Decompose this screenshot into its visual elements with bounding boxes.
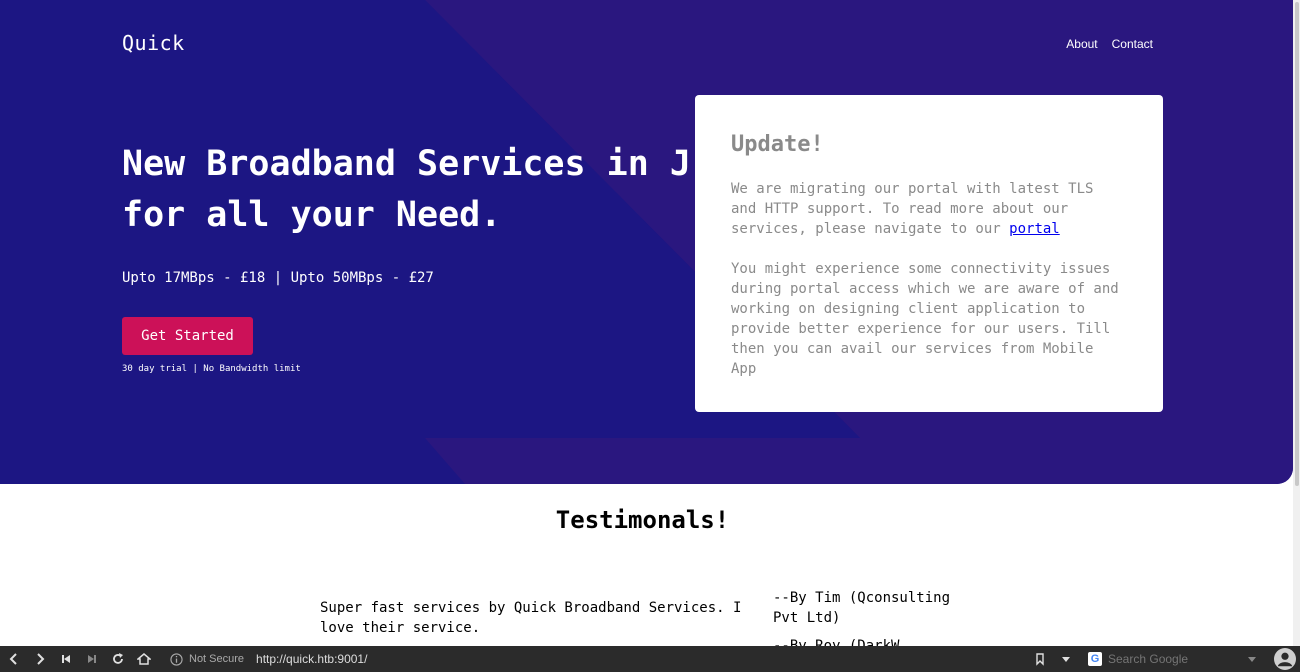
url-field[interactable]: http://quick.htb:9001/: [256, 652, 367, 666]
pricing-text: Upto 17MBps - £18 | Upto 50MBps - £27: [122, 270, 434, 286]
browser-bottom-toolbar: Not Secure http://quick.htb:9001/ G: [0, 646, 1300, 672]
chevron-down-icon: [1248, 657, 1256, 662]
update-card: Update! We are migrating our portal with…: [695, 95, 1163, 412]
top-nav: About Contact: [1066, 37, 1153, 51]
bookmark-menu-button[interactable]: [1054, 646, 1078, 672]
search-box[interactable]: G: [1088, 649, 1238, 669]
search-input[interactable]: [1108, 652, 1218, 666]
bookmark-button[interactable]: [1028, 646, 1052, 672]
testimonial-author: --By Tim (Qconsulting Pvt Ltd): [773, 590, 951, 626]
reload-icon: [113, 653, 123, 664]
user-icon: [1277, 652, 1293, 667]
update-title: Update!: [731, 132, 824, 157]
info-icon: [170, 652, 183, 666]
rewind-button[interactable]: [54, 646, 78, 672]
back-button[interactable]: [2, 646, 26, 672]
nav-contact-link[interactable]: Contact: [1112, 37, 1153, 51]
get-started-button[interactable]: Get Started: [122, 317, 253, 355]
chevron-right-icon: [37, 653, 45, 665]
page-scrollbar-thumb[interactable]: [1295, 2, 1299, 486]
brand-logo[interactable]: Quick: [122, 31, 185, 55]
home-button[interactable]: [132, 646, 156, 672]
security-indicator[interactable]: Not Secure: [170, 652, 245, 666]
portal-link[interactable]: portal: [1009, 221, 1060, 237]
chevron-left-icon: [9, 653, 17, 665]
bookmark-icon: [1036, 653, 1044, 666]
nav-about-link[interactable]: About: [1066, 37, 1097, 51]
chevron-down-icon: [1062, 657, 1070, 662]
fast-forward-button[interactable]: [80, 646, 104, 672]
reload-button[interactable]: [106, 646, 130, 672]
skip-forward-icon: [88, 655, 96, 663]
not-secure-label: Not Secure: [189, 653, 245, 665]
testimonials-title: Testimonals!: [555, 506, 730, 534]
testimonial-quote: Super fast services by Quick Broadband S…: [320, 600, 742, 636]
profile-avatar[interactable]: [1274, 648, 1296, 670]
trial-note: 30 day trial | No Bandwidth limit: [122, 364, 301, 374]
toolbar-right-group: G: [1026, 646, 1300, 672]
update-paragraph-2: You might experience some connectivity i…: [731, 261, 1119, 377]
update-paragraph-1: We are migrating our portal with latest …: [731, 179, 1127, 239]
forward-button[interactable]: [28, 646, 52, 672]
search-engine-menu-button[interactable]: [1240, 646, 1264, 672]
skip-back-icon: [62, 655, 70, 663]
google-icon: G: [1088, 652, 1102, 666]
home-icon: [137, 653, 151, 665]
